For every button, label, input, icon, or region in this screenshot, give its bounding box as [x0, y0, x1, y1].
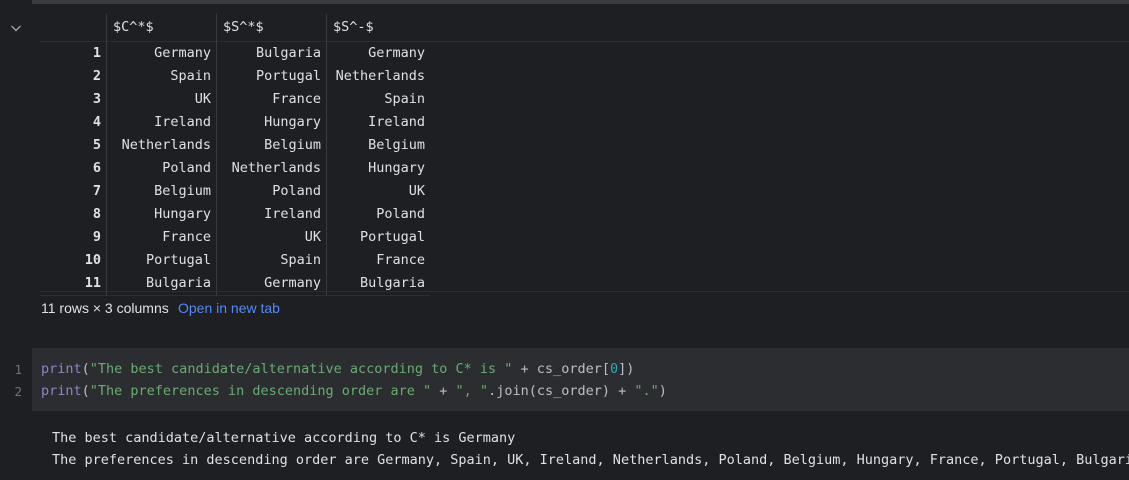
cell-s-star: Belgium: [216, 134, 327, 157]
code-token: ".": [634, 383, 659, 399]
cell-s-star: Ireland: [216, 203, 327, 226]
code-token: ", ": [455, 383, 489, 399]
line-number: 1: [14, 362, 22, 377]
cell-s-star: Poland: [216, 180, 327, 203]
index-header: [40, 14, 107, 42]
row-index: 10: [84, 252, 101, 268]
cell-c-star: Spain: [106, 65, 217, 88]
cell-c-star: Germany: [106, 41, 217, 65]
cell-s-minus: Germany: [326, 41, 430, 65]
chevron-down-icon[interactable]: [8, 20, 24, 36]
code-line-2[interactable]: print("The preferences in descending ord…: [41, 383, 667, 399]
table-shape-info: 11 rows × 3 columns: [41, 300, 169, 316]
cell-s-minus: Poland: [326, 203, 430, 226]
cell-s-star: France: [216, 88, 327, 111]
code-token: (: [81, 361, 90, 377]
cell-s-star: Hungary: [216, 111, 327, 134]
code-token: print: [41, 383, 82, 399]
line-number: 2: [14, 384, 22, 399]
code-token: print: [41, 361, 82, 377]
table-row: 10 Portugal Spain France: [40, 249, 430, 272]
code-token: + cs_order[: [512, 361, 610, 377]
cell-s-minus: Netherlands: [326, 65, 430, 88]
cell-s-minus: Belgium: [326, 134, 430, 157]
table-row: 5 Netherlands Belgium Belgium: [40, 134, 430, 157]
cell-c-star: UK: [106, 88, 217, 111]
cell-s-star: Bulgaria: [216, 41, 327, 65]
output-line-1: The best candidate/alternative according…: [52, 430, 516, 446]
cell-c-star: Hungary: [106, 203, 217, 226]
cell-c-star: Netherlands: [106, 134, 217, 157]
cell-s-star: Spain: [216, 249, 327, 272]
table-row: 1 Germany Bulgaria Germany: [40, 41, 430, 65]
code-token: "The preferences in descending order are…: [89, 383, 432, 399]
table-row: 7 Belgium Poland UK: [40, 180, 430, 203]
code-token: "The best candidate/alternative accordin…: [89, 361, 513, 377]
row-index: 1: [92, 45, 101, 61]
cell-c-star: Poland: [106, 157, 217, 180]
cell-s-minus: Hungary: [326, 157, 430, 180]
code-token: ]): [618, 361, 635, 377]
table-row: 6 Poland Netherlands Hungary: [40, 157, 430, 180]
code-token: 0: [609, 361, 619, 377]
column-header[interactable]: $S^*$: [216, 14, 327, 42]
code-line-1[interactable]: print("The best candidate/alternative ac…: [41, 361, 634, 377]
cell-s-star: Portugal: [216, 65, 327, 88]
row-index: 2: [92, 68, 101, 84]
cell-s-minus: France: [326, 249, 430, 272]
row-index: 9: [92, 229, 101, 245]
code-cell[interactable]: [32, 348, 1129, 411]
table-bottom-rule: [40, 291, 1129, 292]
cell-s-minus: Spain: [326, 88, 430, 111]
table-row: 9 France UK Portugal: [40, 226, 430, 249]
column-header[interactable]: $S^-$: [326, 14, 430, 42]
cell-s-minus: UK: [326, 180, 430, 203]
cell-c-star: Ireland: [106, 111, 217, 134]
row-index: 7: [92, 183, 101, 199]
previous-cell-edge: [32, 0, 1129, 4]
table-row: 4 Ireland Hungary Ireland: [40, 111, 430, 134]
row-index: 5: [92, 137, 101, 153]
cell-s-minus: Ireland: [326, 111, 430, 134]
column-header[interactable]: $C^*$: [106, 14, 217, 42]
table-row: 8 Hungary Ireland Poland: [40, 203, 430, 226]
table-row: 2 Spain Portugal Netherlands: [40, 65, 430, 88]
code-token: (: [81, 383, 90, 399]
row-index: 3: [92, 91, 101, 107]
code-token: +: [431, 383, 456, 399]
cell-s-minus: Portugal: [326, 226, 430, 249]
row-index: 8: [92, 206, 101, 222]
table-row: 3 UK France Spain: [40, 88, 430, 111]
output-line-2: The preferences in descending order are …: [52, 452, 1129, 468]
open-in-new-tab-link[interactable]: Open in new tab: [178, 300, 280, 316]
row-index: 6: [92, 160, 101, 176]
code-token: .join(cs_order) +: [488, 383, 635, 399]
code-token: ): [658, 383, 667, 399]
cell-c-star: Belgium: [106, 180, 217, 203]
cell-c-star: France: [106, 226, 217, 249]
dataframe-table: $C^*$ $S^*$ $S^-$ 1 Germany Bulgaria German…: [40, 14, 430, 296]
cell-s-star: Netherlands: [216, 157, 327, 180]
cell-s-star: UK: [216, 226, 327, 249]
table-header-row: $C^*$ $S^*$ $S^-$: [40, 14, 430, 42]
cell-c-star: Portugal: [106, 249, 217, 272]
row-index: 4: [92, 114, 101, 130]
